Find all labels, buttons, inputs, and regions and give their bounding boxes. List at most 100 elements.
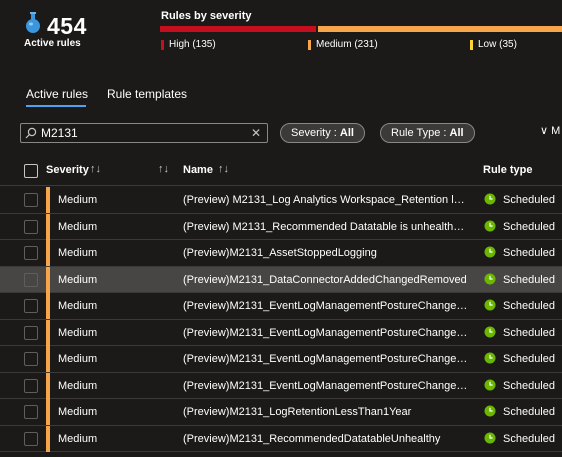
row-checkbox[interactable] [24, 219, 38, 234]
column-header-severity[interactable]: Severity [46, 164, 89, 176]
sort-severity-icon[interactable]: ↑↓ [90, 163, 101, 175]
row-severity: Medium [58, 406, 98, 418]
severity-filter-label: Severity : [291, 127, 340, 139]
row-severity: Medium [58, 326, 98, 339]
table-header: Severity ↑↓ ↑↓ Name ↑↓ Rule type [0, 160, 562, 186]
row-severity: Medium [58, 273, 98, 286]
row-rule-name[interactable]: (Preview)M2131_DataConnectorAddedChanged… [183, 274, 468, 286]
row-rule-name[interactable]: (Preview)M2131_RecommendedDatatableUnhea… [183, 433, 468, 445]
row-severity: Medium [58, 247, 98, 259]
row-severity: Medium [58, 194, 98, 206]
rule-type-filter-value: All [449, 127, 464, 139]
more-filters-button[interactable]: ∨ M [540, 124, 560, 137]
legend-low-swatch [470, 39, 473, 50]
severity-bar-high [160, 26, 316, 32]
active-rules-label: Active rules [24, 38, 81, 49]
search-value: M2131 [41, 126, 78, 140]
severity-bar-medium [318, 26, 562, 32]
row-rule-name[interactable]: (Preview)M2131_EventLogManagementPosture… [183, 300, 468, 312]
table-row[interactable]: Medium (Preview)M2131_AssetStoppedLogging… [0, 240, 562, 267]
severity-indicator [46, 240, 50, 266]
row-rule-type: Scheduled [503, 326, 555, 339]
row-rule-type: Scheduled [503, 300, 555, 312]
clock-icon [484, 220, 496, 231]
row-checkbox[interactable] [24, 272, 38, 287]
row-rule-name[interactable]: (Preview)M2131_AssetStoppedLogging [183, 247, 468, 259]
row-severity: Medium [58, 220, 98, 233]
row-rule-type: Scheduled [503, 247, 555, 259]
severity-indicator [46, 399, 50, 425]
row-checkbox[interactable] [24, 325, 38, 340]
row-rule-name[interactable]: (Preview)M2131_EventLogManagementPosture… [183, 327, 468, 339]
search-icon [25, 127, 37, 139]
clock-icon [484, 193, 496, 205]
severity-indicator [46, 293, 50, 319]
row-rule-name[interactable]: (Preview)M2131_EventLogManagementPosture… [183, 380, 468, 392]
row-rule-type: Scheduled [503, 432, 555, 445]
row-severity: Medium [58, 353, 98, 365]
row-severity: Medium [58, 432, 98, 445]
row-rule-type: Scheduled [503, 194, 555, 206]
column-header-name[interactable]: Name [183, 164, 213, 176]
table-row[interactable]: Medium (Preview)M2131_EventLogManagementP… [0, 319, 562, 346]
table-row[interactable]: Medium (Preview) M2131_Log Analytics Work… [0, 187, 562, 214]
legend-high-swatch [161, 39, 164, 50]
row-severity: Medium [58, 379, 98, 392]
row-checkbox[interactable] [24, 193, 38, 207]
clock-icon [484, 326, 496, 337]
clock-icon [484, 379, 496, 390]
flask-icon [26, 12, 40, 33]
row-rule-name[interactable]: (Preview) M2131_Recommended Datatable is… [183, 221, 468, 233]
table-row[interactable]: Medium (Preview)M2131_DataConnectorAddedC… [0, 266, 562, 293]
severity-indicator [46, 425, 50, 452]
row-rule-name[interactable]: (Preview)M2131_LogRetentionLessThan1Year [183, 406, 468, 418]
sort-icon[interactable]: ↑↓ [158, 163, 169, 175]
legend-high-label: High (135) [169, 39, 216, 50]
row-checkbox[interactable] [24, 246, 38, 260]
legend-low-label: Low (35) [478, 39, 517, 50]
select-all-checkbox[interactable] [24, 164, 38, 178]
table-row[interactable]: Medium (Preview)M2131_EventLogManagementP… [0, 293, 562, 320]
row-rule-type: Scheduled [503, 273, 555, 286]
clock-icon [484, 273, 496, 284]
row-rule-name[interactable]: (Preview)M2131_EventLogManagementPosture… [183, 353, 468, 365]
severity-indicator [46, 372, 50, 399]
tab-active-rules[interactable]: Active rules [26, 87, 88, 101]
table-row[interactable]: Medium (Preview) M2131_Recommended Datata… [0, 213, 562, 240]
row-rule-name[interactable]: (Preview) M2131_Log Analytics Workspace_… [183, 194, 468, 206]
legend-medium-label: Medium (231) [316, 39, 378, 50]
table-row[interactable]: Medium (Preview)M2131_LogRetentionLessTha… [0, 399, 562, 426]
search-input[interactable]: M2131 ✕ [20, 123, 268, 143]
row-checkbox[interactable] [24, 299, 38, 313]
legend-low: Low (35) [470, 39, 517, 50]
severity-indicator [46, 213, 50, 240]
severity-indicator [46, 346, 50, 372]
table-row[interactable]: Medium (Preview)M2131_EventLogManagementP… [0, 372, 562, 399]
row-checkbox[interactable] [24, 431, 38, 446]
sort-name-icon[interactable]: ↑↓ [218, 163, 229, 175]
row-checkbox[interactable] [24, 378, 38, 393]
row-rule-type: Scheduled [503, 406, 555, 418]
legend-high: High (135) [161, 39, 216, 50]
severity-filter-button[interactable]: Severity : All [280, 123, 365, 143]
tab-rule-templates[interactable]: Rule templates [107, 87, 187, 101]
table-row[interactable]: Medium (Preview)M2131_EventLogManagementP… [0, 346, 562, 373]
clock-icon [484, 246, 496, 258]
clock-icon [484, 299, 496, 311]
column-header-rule-type[interactable]: Rule type [483, 164, 533, 176]
severity-indicator [46, 319, 50, 346]
active-rules-count: 454 [47, 13, 87, 39]
active-tab-indicator [26, 105, 86, 107]
rule-type-filter-label: Rule Type : [391, 127, 450, 139]
severity-indicator [46, 187, 50, 213]
severity-filter-value: All [339, 127, 354, 139]
clock-icon [484, 432, 496, 443]
row-checkbox[interactable] [24, 352, 38, 366]
clear-search-icon[interactable]: ✕ [251, 126, 261, 140]
clock-icon [484, 352, 496, 364]
rule-type-filter-button[interactable]: Rule Type : All [380, 123, 475, 143]
row-rule-type: Scheduled [503, 353, 555, 365]
row-checkbox[interactable] [24, 405, 38, 419]
row-rule-type: Scheduled [503, 220, 555, 233]
table-row[interactable]: Medium (Preview)M2131_RecommendedDatatabl… [0, 425, 562, 452]
